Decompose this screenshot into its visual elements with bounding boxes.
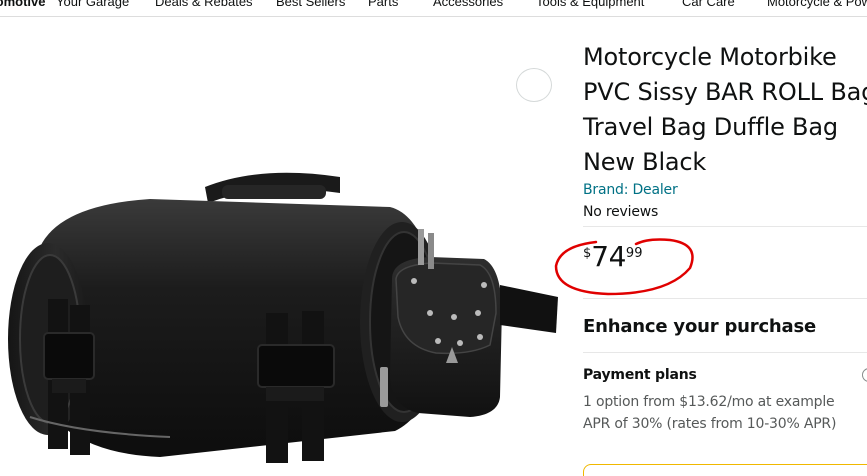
purchase-option-box[interactable] [583,464,867,476]
brand-link[interactable]: Brand: Dealer [583,182,678,198]
enhance-purchase-heading: Enhance your purchase [583,316,817,337]
price-fraction: 99 [625,246,643,261]
nav-item-your-garage[interactable]: Your Garage [56,0,129,10]
share-icon[interactable] [516,68,552,102]
nav-item-motorcycle-powersports[interactable]: Motorcycle & Powersports [767,0,867,10]
nav-item-car-care[interactable]: Car Care [682,0,735,10]
motorcycle-roll-bag-image[interactable] [0,17,570,476]
divider [583,226,867,227]
nav-item-best-sellers[interactable]: Best Sellers [276,0,345,10]
reviews-status: No reviews [583,204,659,220]
divider [583,298,867,299]
product-page: Automotive Your Garage Deals & Rebates B… [0,0,867,476]
nav-item-automotive[interactable]: Automotive [0,0,46,10]
category-nav: Automotive Your Garage Deals & Rebates B… [0,0,867,17]
price-currency-symbol: $ [583,246,592,261]
nav-item-tools-equipment[interactable]: Tools & Equipment [536,0,644,10]
price-whole: 74 [591,240,626,273]
product-title: Motorcycle Motorbike PVC Sissy BAR ROLL … [583,43,867,176]
product-image-area [0,17,570,476]
divider [583,352,867,353]
nav-item-accessories[interactable]: Accessories [433,0,503,10]
payment-plans-heading: Payment plans [583,367,697,383]
payment-plans-description: 1 option from $13.62/mo at example APR o… [583,394,837,432]
price: $7499 [583,240,642,280]
payment-plan-radio[interactable] [862,368,867,382]
nav-item-parts[interactable]: Parts [368,0,398,10]
nav-item-deals-rebates[interactable]: Deals & Rebates [155,0,253,10]
